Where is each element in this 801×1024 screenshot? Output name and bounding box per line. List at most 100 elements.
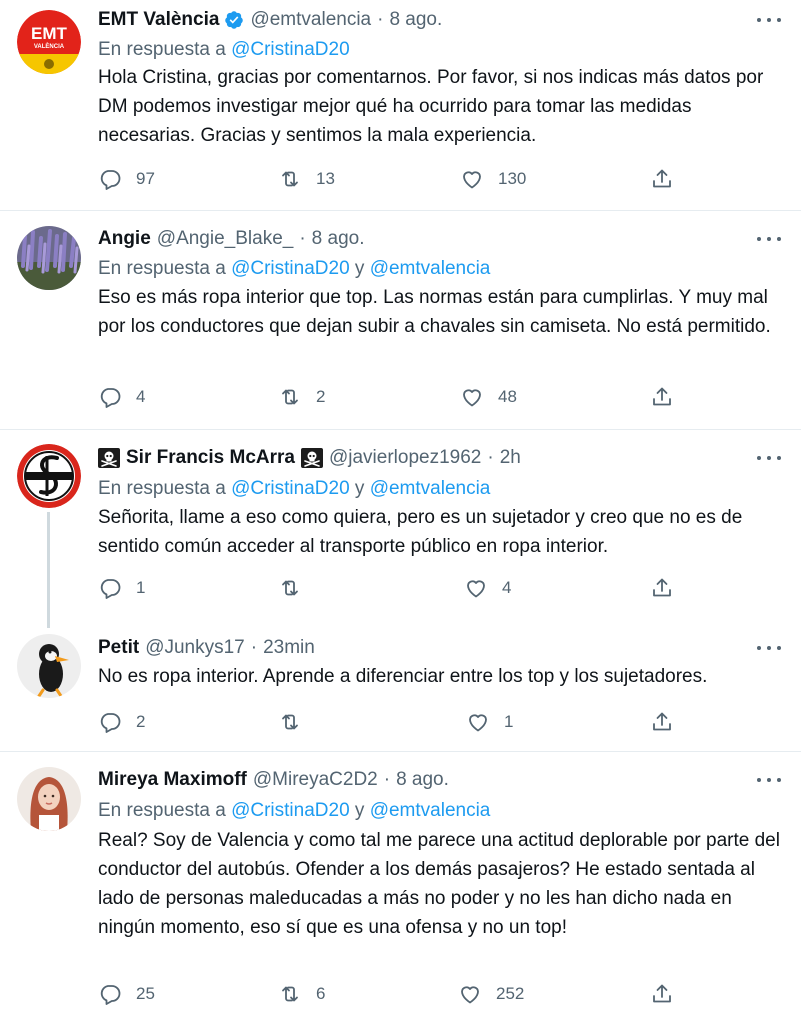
retweet-icon bbox=[282, 389, 298, 405]
share-button[interactable] bbox=[650, 165, 674, 193]
author-handle[interactable]: @Angie_Blake_ bbox=[157, 228, 294, 250]
more-options-button[interactable] bbox=[757, 770, 781, 790]
separator-dot: · bbox=[250, 637, 258, 658]
tweet-time[interactable]: 8 ago. bbox=[389, 9, 442, 31]
tweet-time[interactable]: 8 ago. bbox=[396, 769, 449, 791]
author-handle[interactable]: @Junkys17 bbox=[145, 637, 245, 659]
more-options-button[interactable] bbox=[757, 229, 781, 249]
mention-link[interactable]: @emtvalencia bbox=[370, 478, 491, 499]
cartoon-duck-avatar-icon bbox=[17, 634, 81, 698]
like-button[interactable]: 4 bbox=[464, 574, 511, 602]
author-handle[interactable]: @emtvalencia bbox=[250, 9, 371, 31]
avatar-angie[interactable] bbox=[17, 226, 81, 290]
share-icon bbox=[653, 169, 671, 188]
like-count: 1 bbox=[504, 712, 514, 731]
more-icon-dot bbox=[767, 646, 771, 650]
like-button[interactable]: 48 bbox=[460, 383, 517, 411]
more-icon-dot bbox=[767, 18, 771, 22]
tweet-header: Sir Francis McArra @javierlopez1962 · 2h bbox=[98, 444, 521, 472]
mention-link[interactable]: @emtvalencia bbox=[370, 258, 491, 279]
tweet-time[interactable]: 8 ago. bbox=[312, 228, 365, 250]
reply-count: 2 bbox=[136, 712, 146, 731]
reply-joiner: y bbox=[354, 800, 365, 821]
like-button[interactable]: 130 bbox=[460, 165, 526, 193]
reply-icon bbox=[100, 985, 121, 1005]
mention-link[interactable]: @CristinaD20 bbox=[231, 800, 350, 821]
reply-count: 25 bbox=[136, 984, 155, 1003]
author-name[interactable]: Sir Francis McArra bbox=[126, 447, 295, 469]
author-handle[interactable]: @MireyaC2D2 bbox=[253, 769, 378, 791]
separator-dot: · bbox=[377, 9, 384, 30]
tweet-angie[interactable]: Angie @Angie_Blake_ · 8 ago. En respuest… bbox=[0, 211, 801, 429]
more-options-button[interactable] bbox=[757, 448, 781, 468]
tweet-header: EMT València @emtvalencia · 8 ago. bbox=[98, 6, 442, 34]
share-button[interactable] bbox=[650, 708, 674, 736]
like-count: 130 bbox=[498, 169, 527, 188]
more-options-button[interactable] bbox=[757, 638, 781, 658]
more-icon-dot bbox=[767, 237, 771, 241]
mention-link[interactable]: @emtvalencia bbox=[370, 800, 491, 821]
like-button[interactable]: 252 bbox=[458, 980, 524, 1008]
reply-icon bbox=[100, 170, 121, 190]
svg-text:VALÈNCIA: VALÈNCIA bbox=[34, 42, 65, 50]
tweet-header: Mireya Maximoff @MireyaC2D2 · 8 ago. bbox=[98, 766, 449, 794]
more-icon bbox=[757, 646, 761, 650]
tweet-text: Real? Soy de Valencia y como tal me pare… bbox=[98, 830, 780, 938]
reply-icon bbox=[100, 713, 121, 733]
reply-button[interactable]: 25 bbox=[98, 980, 155, 1008]
tweet-mireya[interactable]: Mireya Maximoff @MireyaC2D2 · 8 ago. En … bbox=[0, 752, 801, 1024]
retweet-button[interactable]: 6 bbox=[278, 980, 325, 1008]
reply-prefix: En respuesta a bbox=[98, 39, 226, 60]
author-name[interactable]: EMT València bbox=[98, 9, 219, 31]
retweet-icon bbox=[282, 580, 298, 596]
mention-link[interactable]: @CristinaD20 bbox=[231, 258, 350, 279]
tweet-text: Señorita, llame a eso como quiera, pero … bbox=[98, 507, 743, 557]
like-button[interactable]: 1 bbox=[466, 708, 513, 736]
reply-button[interactable]: 4 bbox=[98, 383, 145, 411]
reply-context: En respuesta a @CristinaD20 y @emtvalenc… bbox=[98, 475, 490, 503]
reply-button[interactable]: 1 bbox=[98, 574, 145, 602]
tweet-francis[interactable]: Sir Francis McArra @javierlopez1962 · 2h… bbox=[0, 430, 801, 620]
share-button[interactable] bbox=[650, 574, 674, 602]
tweet-header: Petit @Junkys17 · 23min bbox=[98, 634, 315, 662]
retweet-button[interactable] bbox=[278, 574, 316, 602]
like-icon bbox=[463, 171, 481, 189]
like-icon bbox=[461, 986, 479, 1004]
tweet-text: Hola Cristina, gracias por comentarnos. … bbox=[98, 67, 764, 146]
reply-context: En respuesta a @CristinaD20 y @emtvalenc… bbox=[98, 797, 490, 825]
tweet-petit[interactable]: Petit @Junkys17 · 23min No es ropa inter… bbox=[0, 620, 801, 750]
reply-button[interactable]: 97 bbox=[98, 165, 155, 193]
like-icon bbox=[469, 714, 487, 732]
reply-icon bbox=[100, 388, 121, 408]
tweet-actions: 25 6 252 bbox=[98, 980, 698, 1008]
retweet-count: 13 bbox=[316, 169, 335, 188]
author-name[interactable]: Mireya Maximoff bbox=[98, 769, 247, 791]
author-name[interactable]: Petit bbox=[98, 637, 139, 659]
retweet-button[interactable]: 13 bbox=[278, 165, 335, 193]
share-icon bbox=[653, 712, 671, 731]
author-name[interactable]: Angie bbox=[98, 228, 151, 250]
tweet-emt[interactable]: EMT VALÈNCIA EMT València @emtvalencia ·… bbox=[0, 0, 801, 210]
retweet-button[interactable]: 2 bbox=[278, 383, 325, 411]
tweet-time[interactable]: 2h bbox=[500, 447, 521, 469]
retweet-button[interactable] bbox=[278, 708, 316, 736]
avatar-petit[interactable] bbox=[17, 634, 81, 698]
more-icon-dot bbox=[767, 456, 771, 460]
avatar-francis[interactable] bbox=[17, 444, 81, 508]
mention-link[interactable]: @CristinaD20 bbox=[231, 478, 350, 499]
tweet-actions: 1 4 bbox=[98, 574, 698, 602]
like-count: 4 bbox=[502, 578, 512, 597]
avatar-emt[interactable]: EMT VALÈNCIA bbox=[17, 10, 81, 74]
more-icon bbox=[757, 456, 761, 460]
share-button[interactable] bbox=[650, 980, 674, 1008]
tweet-time[interactable]: 23min bbox=[263, 637, 315, 659]
svg-text:EMT: EMT bbox=[31, 24, 68, 43]
tweet-actions: 4 2 48 bbox=[98, 383, 698, 411]
more-icon-dot bbox=[777, 456, 781, 460]
more-options-button[interactable] bbox=[757, 10, 781, 30]
share-button[interactable] bbox=[650, 383, 674, 411]
mention-link[interactable]: @CristinaD20 bbox=[231, 39, 350, 60]
author-handle[interactable]: @javierlopez1962 bbox=[329, 447, 481, 469]
reply-button[interactable]: 2 bbox=[98, 708, 145, 736]
avatar-mireya[interactable] bbox=[17, 767, 81, 831]
